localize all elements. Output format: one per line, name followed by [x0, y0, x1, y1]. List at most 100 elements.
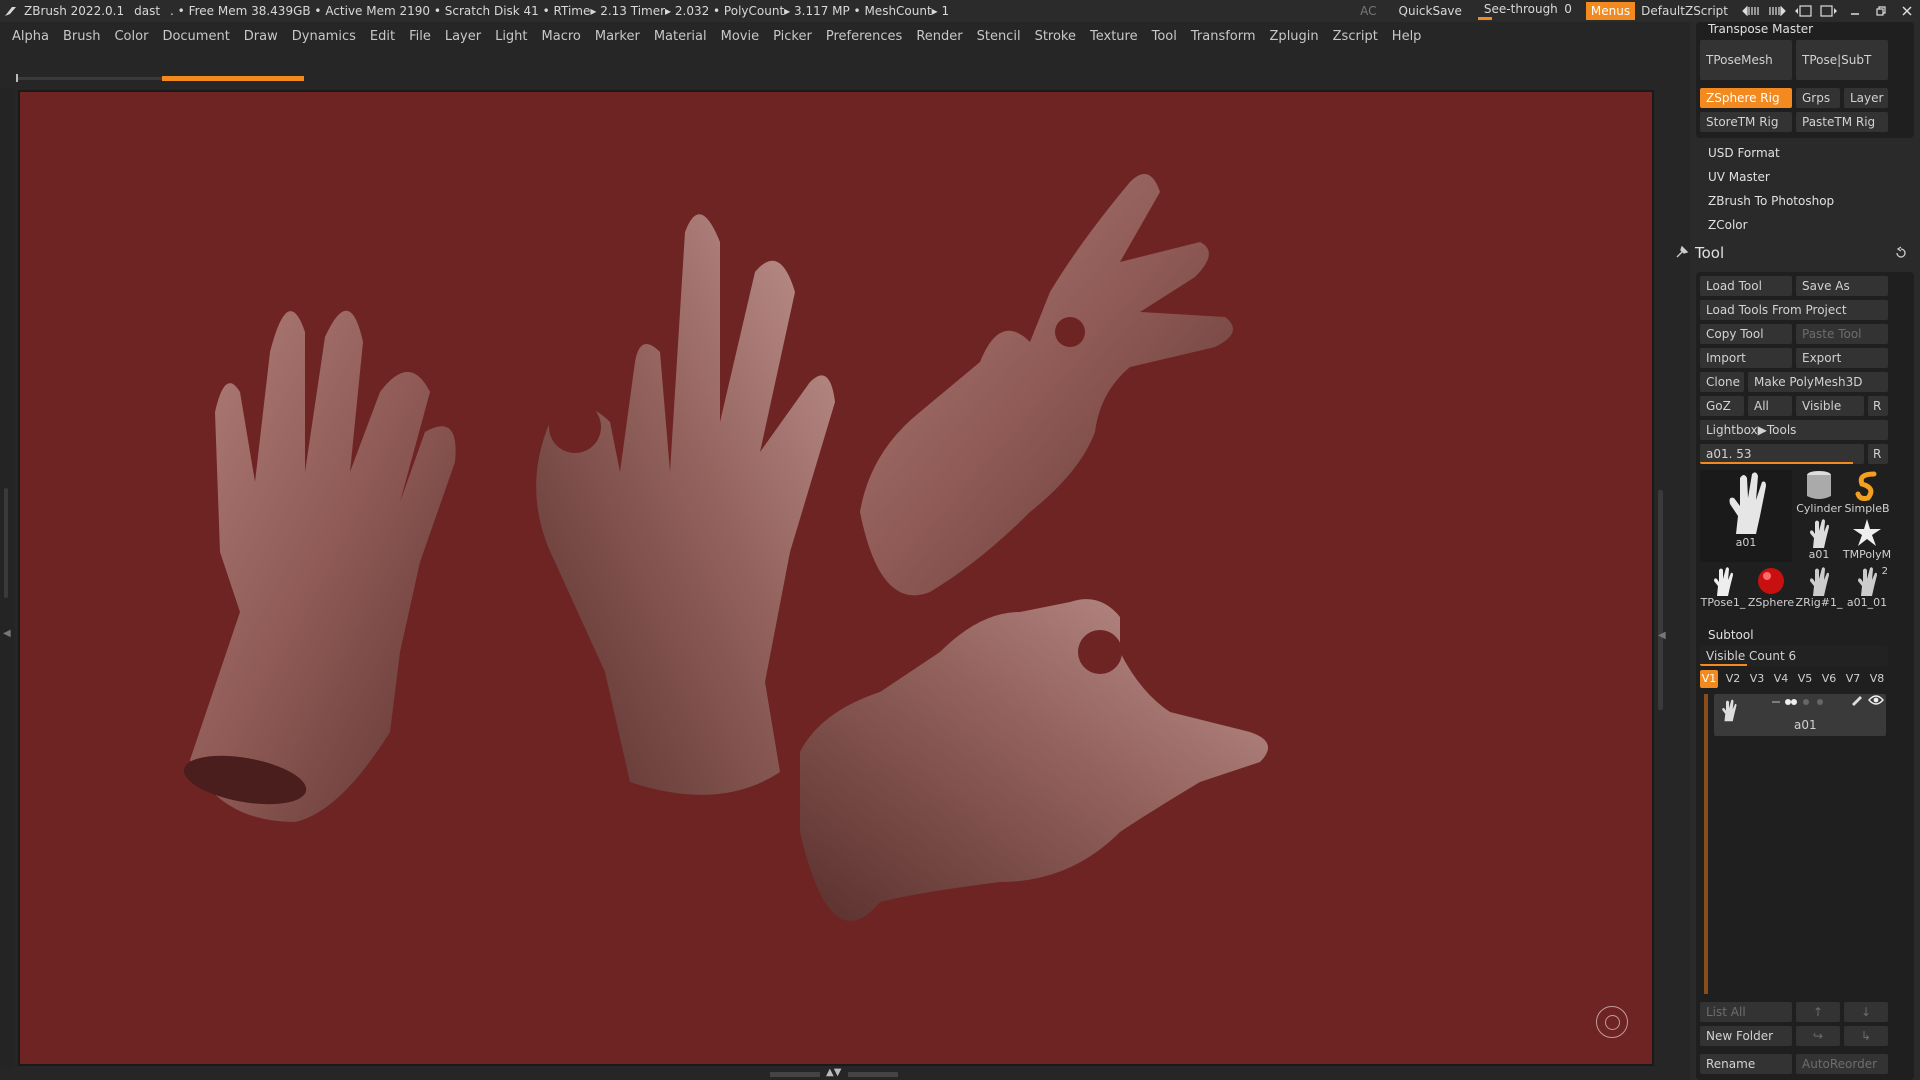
tool-reset-icon[interactable]	[1894, 246, 1908, 263]
plugin-usd-format[interactable]: USD Format	[1708, 146, 1780, 160]
palette-right-icon[interactable]	[1764, 0, 1790, 22]
menu-item-zplugin[interactable]: Zplugin	[1270, 29, 1319, 44]
import-button[interactable]: Import	[1700, 348, 1792, 368]
copy-tool-button[interactable]: Copy Tool	[1700, 324, 1792, 344]
palette-left-icon[interactable]	[1738, 0, 1764, 22]
subtool-scrollbar[interactable]	[1704, 694, 1708, 994]
lightbox-tools-button[interactable]: Lightbox▶Tools	[1700, 420, 1888, 440]
tpose-subt-button[interactable]: TPose|SubT	[1796, 40, 1888, 80]
folder-in-icon[interactable]: ↪	[1796, 1026, 1840, 1046]
left-tray-grip[interactable]	[4, 488, 8, 598]
storetm-rig-button[interactable]: StoreTM Rig	[1700, 112, 1792, 132]
export-button[interactable]: Export	[1796, 348, 1888, 368]
move-up-icon[interactable]: ↑	[1796, 1002, 1840, 1022]
menu-item-tool[interactable]: Tool	[1152, 29, 1177, 44]
plugin-zbrush-to-photoshop[interactable]: ZBrush To Photoshop	[1708, 194, 1834, 208]
document-canvas[interactable]	[18, 90, 1654, 1066]
menu-item-edit[interactable]: Edit	[370, 29, 395, 44]
tool-thumb-cylinder[interactable]: Cylinder	[1796, 470, 1842, 518]
visibility-set-v7[interactable]: V7	[1844, 670, 1862, 688]
pastetm-rig-button[interactable]: PasteTM Rig	[1796, 112, 1888, 132]
menu-item-color[interactable]: Color	[114, 29, 148, 44]
subtool-polypaint-icon[interactable]	[1770, 696, 1830, 710]
load-tools-from-project-button[interactable]: Load Tools From Project	[1700, 300, 1888, 320]
see-through-slider[interactable]: See-through 0	[1477, 2, 1578, 20]
menu-item-file[interactable]: File	[409, 29, 431, 44]
menu-item-light[interactable]: Light	[495, 29, 527, 44]
menu-item-preferences[interactable]: Preferences	[826, 29, 902, 44]
plugin-zcolor[interactable]: ZColor	[1708, 218, 1748, 232]
rename-button[interactable]: Rename	[1700, 1054, 1792, 1074]
subtool-eye-icon[interactable]	[1868, 694, 1884, 709]
tool-thumb-tpose1[interactable]: TPose1_	[1700, 566, 1746, 614]
visibility-set-v2[interactable]: V2	[1724, 670, 1742, 688]
load-tool-button[interactable]: Load Tool	[1700, 276, 1792, 296]
menu-item-dynamics[interactable]: Dynamics	[292, 29, 356, 44]
grps-button[interactable]: Grps	[1796, 88, 1840, 108]
menu-item-help[interactable]: Help	[1392, 29, 1422, 44]
save-as-button[interactable]: Save As	[1796, 276, 1888, 296]
tool-thumb-zrig[interactable]: ZRig#1_	[1796, 566, 1842, 614]
tool-slider[interactable]: a01. 53	[1700, 444, 1864, 464]
move-down-icon[interactable]: ↓	[1844, 1002, 1888, 1022]
list-all-button[interactable]: List All	[1700, 1002, 1792, 1022]
clone-button[interactable]: Clone	[1700, 372, 1744, 392]
subtool-brush-icon[interactable]	[1850, 694, 1864, 709]
tool-palette-title[interactable]: Tool	[1695, 244, 1724, 262]
default-zscript-button[interactable]: DefaultZScript	[1641, 4, 1728, 18]
menu-item-stroke[interactable]: Stroke	[1035, 29, 1076, 44]
menu-item-transform[interactable]: Transform	[1191, 29, 1256, 44]
right-tray-arrow-icon[interactable]: ◀	[1658, 630, 1666, 641]
new-folder-button[interactable]: New Folder	[1700, 1026, 1792, 1046]
menu-item-brush[interactable]: Brush	[63, 29, 101, 44]
layout-right-icon[interactable]	[1816, 0, 1842, 22]
zsphere-rig-button[interactable]: ZSphere Rig	[1700, 88, 1792, 108]
visibility-set-v4[interactable]: V4	[1772, 670, 1790, 688]
tool-thumb-a01[interactable]: a01	[1796, 518, 1842, 566]
goz-all-button[interactable]: All	[1748, 396, 1792, 416]
layout-left-icon[interactable]	[1790, 0, 1816, 22]
menu-item-layer[interactable]: Layer	[445, 29, 481, 44]
right-tray-grip[interactable]	[1658, 490, 1663, 710]
subtool-title[interactable]: Subtool	[1708, 628, 1754, 642]
menu-item-alpha[interactable]: Alpha	[12, 29, 49, 44]
menu-item-movie[interactable]: Movie	[721, 29, 759, 44]
layer-button[interactable]: Layer	[1844, 88, 1888, 108]
goz-r-button[interactable]: R	[1868, 396, 1888, 416]
tool-thumb-simplebrush[interactable]: SimpleB	[1844, 470, 1890, 518]
menu-item-marker[interactable]: Marker	[595, 29, 640, 44]
menu-item-zscript[interactable]: Zscript	[1333, 29, 1378, 44]
menu-item-draw[interactable]: Draw	[244, 29, 278, 44]
make-polymesh3d-button[interactable]: Make PolyMesh3D	[1748, 372, 1888, 392]
bottom-tray-toggle[interactable]: ▲▼	[770, 1067, 900, 1078]
folder-out-icon[interactable]: ↳	[1844, 1026, 1888, 1046]
tool-pin-icon[interactable]	[1674, 244, 1690, 263]
visibility-set-v3[interactable]: V3	[1748, 670, 1766, 688]
close-icon[interactable]	[1894, 0, 1920, 22]
visibility-set-v5[interactable]: V5	[1796, 670, 1814, 688]
restore-icon[interactable]	[1868, 0, 1894, 22]
left-tray-arrow-icon[interactable]: ◀	[3, 628, 11, 639]
menu-item-render[interactable]: Render	[916, 29, 962, 44]
visible-count-slider[interactable]: Visible Count 6	[1700, 646, 1888, 666]
visibility-set-v8[interactable]: V8	[1868, 670, 1886, 688]
tposemesh-button[interactable]: TPoseMesh	[1700, 40, 1792, 80]
minimize-icon[interactable]	[1842, 0, 1868, 22]
visibility-set-v6[interactable]: V6	[1820, 670, 1838, 688]
autoreorder-button[interactable]: AutoReorder	[1796, 1054, 1888, 1074]
navigation-gizmo-icon[interactable]	[1596, 1006, 1628, 1038]
timeline-progress[interactable]	[162, 76, 304, 81]
visibility-set-v1[interactable]: V1	[1700, 670, 1718, 688]
tool-slider-r-button[interactable]: R	[1868, 444, 1888, 464]
menu-item-macro[interactable]: Macro	[542, 29, 581, 44]
paste-tool-button[interactable]: Paste Tool	[1796, 324, 1888, 344]
ac-label[interactable]: AC	[1360, 4, 1376, 18]
plugin-uv-master[interactable]: UV Master	[1708, 170, 1770, 184]
tool-thumb-main[interactable]: a01	[1700, 470, 1792, 562]
tool-thumb-a01-01[interactable]: 2 a01_01	[1844, 566, 1890, 614]
menu-item-material[interactable]: Material	[654, 29, 707, 44]
goz-button[interactable]: GoZ	[1700, 396, 1744, 416]
menus-toggle-button[interactable]: Menus	[1585, 2, 1636, 20]
menu-item-picker[interactable]: Picker	[773, 29, 812, 44]
transpose-master-title[interactable]: Transpose Master	[1708, 22, 1813, 36]
